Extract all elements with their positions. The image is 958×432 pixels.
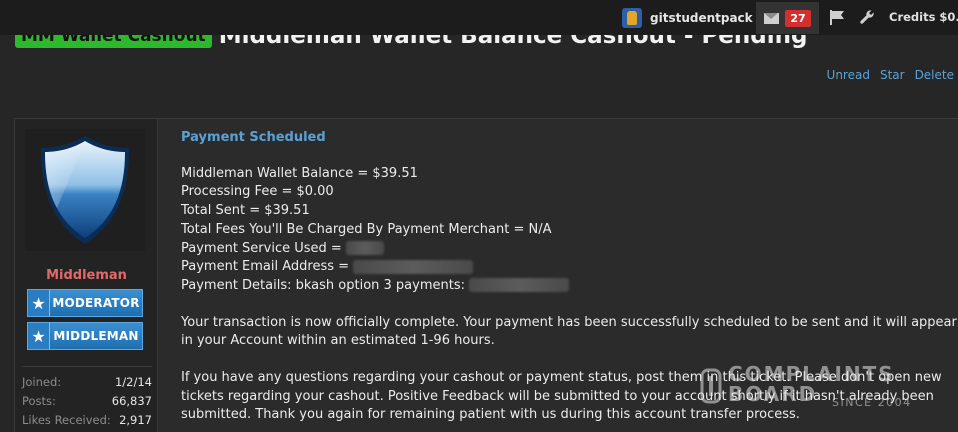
message-heading: Payment Scheduled (181, 130, 326, 145)
redacted-service (345, 241, 384, 256)
shield-avatar-icon (41, 136, 129, 244)
unread-link[interactable]: Unread (827, 68, 870, 82)
detail-service: Payment Service Used = (181, 240, 342, 256)
redacted-email (353, 259, 474, 274)
post-message: Payment Scheduled Middleman Wallet Balan… (181, 129, 958, 425)
detail-total-sent: Total Sent = $39.51 (181, 203, 310, 219)
thread-actions: Unread Star Delete (827, 68, 954, 82)
wrench-icon[interactable] (859, 9, 875, 25)
credits-link[interactable]: Credits $0.0 (889, 10, 958, 24)
middleman-banner: ★ MIDDLEMAN (27, 322, 143, 350)
delete-link[interactable]: Delete (915, 68, 954, 82)
top-navigation-bar: gitstudentpack 27 Credits $0.0 (0, 0, 958, 35)
post-author-sidebar: Middleman ★ MODERATOR ★ MIDDLEMAN Joined… (15, 119, 158, 432)
star-link[interactable]: Star (880, 68, 905, 82)
redacted-payment-details (469, 278, 570, 293)
account-username: gitstudentpack (650, 10, 753, 25)
stat-value: 2,917 (119, 412, 152, 427)
stat-value: 1/2/14 (114, 374, 152, 389)
star-icon: ★ (28, 323, 50, 349)
stat-row-posts: Posts: 66,837 (22, 391, 152, 410)
envelope-icon (764, 12, 780, 24)
moderator-banner: ★ MODERATOR (27, 289, 143, 317)
detail-service-row: Payment Service Used = (181, 240, 958, 259)
detail-balance: Middleman Wallet Balance = $39.51 (181, 165, 418, 181)
stat-row-likes: Likes Received: 2,917 (22, 410, 152, 429)
middleman-banner-label: MIDDLEMAN (53, 329, 139, 343)
detail-email-row: Payment Email Address = (181, 258, 958, 277)
account-menu[interactable]: gitstudentpack (622, 0, 753, 35)
detail-payment-row: Payment Details: bkash option 3 payments… (181, 277, 958, 296)
stat-row-joined: Joined: 1/2/14 (22, 372, 152, 391)
detail-payment: Payment Details: bkash option 3 payments… (181, 277, 465, 293)
moderator-banner-label: MODERATOR (52, 296, 140, 310)
post: Middleman ★ MODERATOR ★ MIDDLEMAN Joined… (14, 118, 958, 432)
flag-icon[interactable] (829, 10, 845, 25)
author-avatar[interactable] (25, 129, 145, 251)
stat-value[interactable]: 66,837 (112, 394, 152, 408)
inbox-count-badge: 27 (785, 9, 811, 27)
stat-label: Posts: (22, 393, 56, 408)
detail-processing-fee: Processing Fee = $0.00 (181, 184, 334, 200)
detail-merchant-fees: Total Fees You'll Be Charged By Payment … (181, 221, 552, 237)
user-avatar-icon (622, 7, 642, 28)
stat-label: Likes Received: (22, 412, 111, 427)
author-username[interactable]: Middleman (15, 268, 158, 283)
message-paragraph-complete: Your transaction is now officially compl… (181, 314, 957, 349)
stat-label: Joined: (22, 374, 62, 389)
star-icon: ★ (28, 290, 50, 316)
detail-email: Payment Email Address = (181, 259, 350, 275)
message-paragraph-questions: If you have any questions regarding your… (181, 370, 942, 423)
author-stats: Joined: 1/2/14 Posts: 66,837 Likes Recei… (22, 366, 152, 429)
inbox-button[interactable]: 27 (756, 2, 819, 34)
